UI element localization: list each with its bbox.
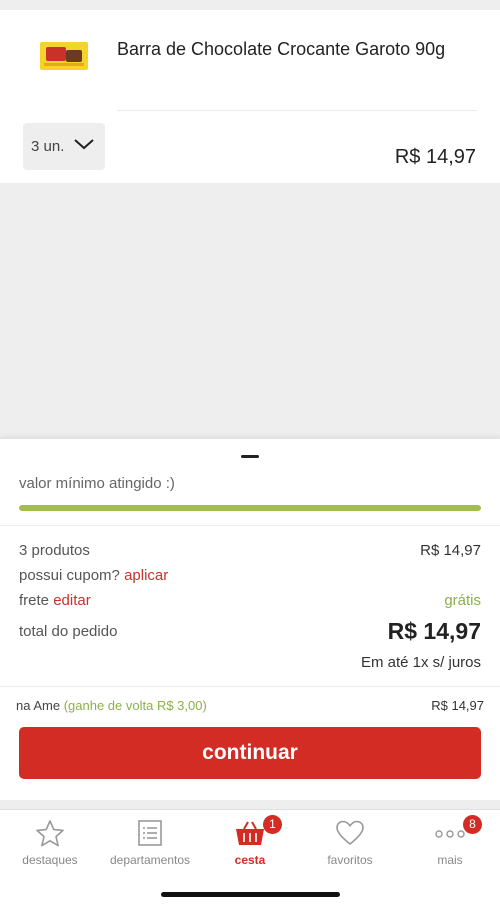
cart-count-badge: 1 — [263, 815, 282, 834]
product-name[interactable]: Barra de Chocolate Crocante Garoto 90g — [117, 36, 447, 62]
tab-departamentos[interactable]: departamentos — [100, 810, 200, 870]
tab-label: favoritos — [327, 853, 373, 867]
tab-favoritos[interactable]: favoritos — [300, 810, 400, 870]
products-count-label: 3 produtos — [19, 542, 90, 559]
coupon-label: possui cupom? — [19, 567, 120, 584]
ame-price: R$ 14,97 — [431, 698, 484, 713]
list-icon — [138, 820, 162, 846]
tab-cesta[interactable]: 1 cesta — [200, 810, 300, 870]
star-icon — [36, 820, 64, 847]
tab-mais[interactable]: 8 mais — [400, 810, 500, 870]
product-image — [40, 42, 88, 70]
tab-destaques[interactable]: destaques — [0, 810, 100, 870]
shipping-row: frete editar — [19, 592, 91, 609]
order-total: R$ 14,97 — [387, 618, 481, 644]
min-value-progress — [19, 505, 481, 511]
total-label: total do pedido — [19, 623, 118, 640]
apply-coupon-link[interactable]: aplicar — [124, 567, 168, 584]
order-summary-sheet: valor mínimo atingido :) 3 produtos R$ 1… — [0, 438, 500, 800]
tab-label: departamentos — [109, 853, 191, 867]
coupon-row: possui cupom? aplicar — [19, 567, 168, 584]
edit-shipping-link[interactable]: editar — [53, 592, 91, 609]
shipping-value: grátis — [444, 592, 481, 609]
tab-label: cesta — [234, 853, 266, 867]
installments-text: Em até 1x s/ juros — [360, 654, 481, 671]
products-subtotal: R$ 14,97 — [420, 542, 481, 559]
tab-label: mais — [437, 853, 463, 867]
ame-row: na Ame (ganhe de volta R$ 3,00) — [16, 698, 207, 713]
more-count-badge: 8 — [463, 815, 482, 834]
chevron-down-icon — [74, 139, 94, 150]
tab-label: destaques — [22, 853, 78, 867]
more-dots-icon — [435, 830, 465, 838]
heart-icon — [336, 820, 364, 846]
bottom-gap — [0, 800, 500, 809]
home-indicator — [161, 892, 340, 897]
shipping-label: frete — [19, 592, 50, 609]
basket-icon — [236, 821, 264, 845]
quantity-select[interactable]: 3 un. — [23, 123, 105, 170]
cart-item-card: Barra de Chocolate Crocante Garoto 90g 3… — [0, 10, 500, 183]
item-price: R$ 14,97 — [394, 146, 476, 168]
ame-cashback: (ganhe de volta R$ 3,00) — [63, 698, 207, 713]
continue-button[interactable]: continuar — [19, 727, 481, 779]
ame-label: na Ame — [16, 698, 61, 713]
min-value-message: valor mínimo atingido :) — [19, 475, 175, 492]
quantity-value: 3 un. — [31, 138, 65, 155]
sheet-drag-handle[interactable] — [241, 455, 259, 458]
divider — [0, 686, 500, 687]
divider — [117, 110, 477, 111]
divider — [0, 525, 500, 526]
bottom-tab-bar: destaques departamentos 1 cesta favorito… — [0, 809, 500, 906]
top-background — [0, 0, 500, 10]
progress-fill — [19, 505, 481, 511]
